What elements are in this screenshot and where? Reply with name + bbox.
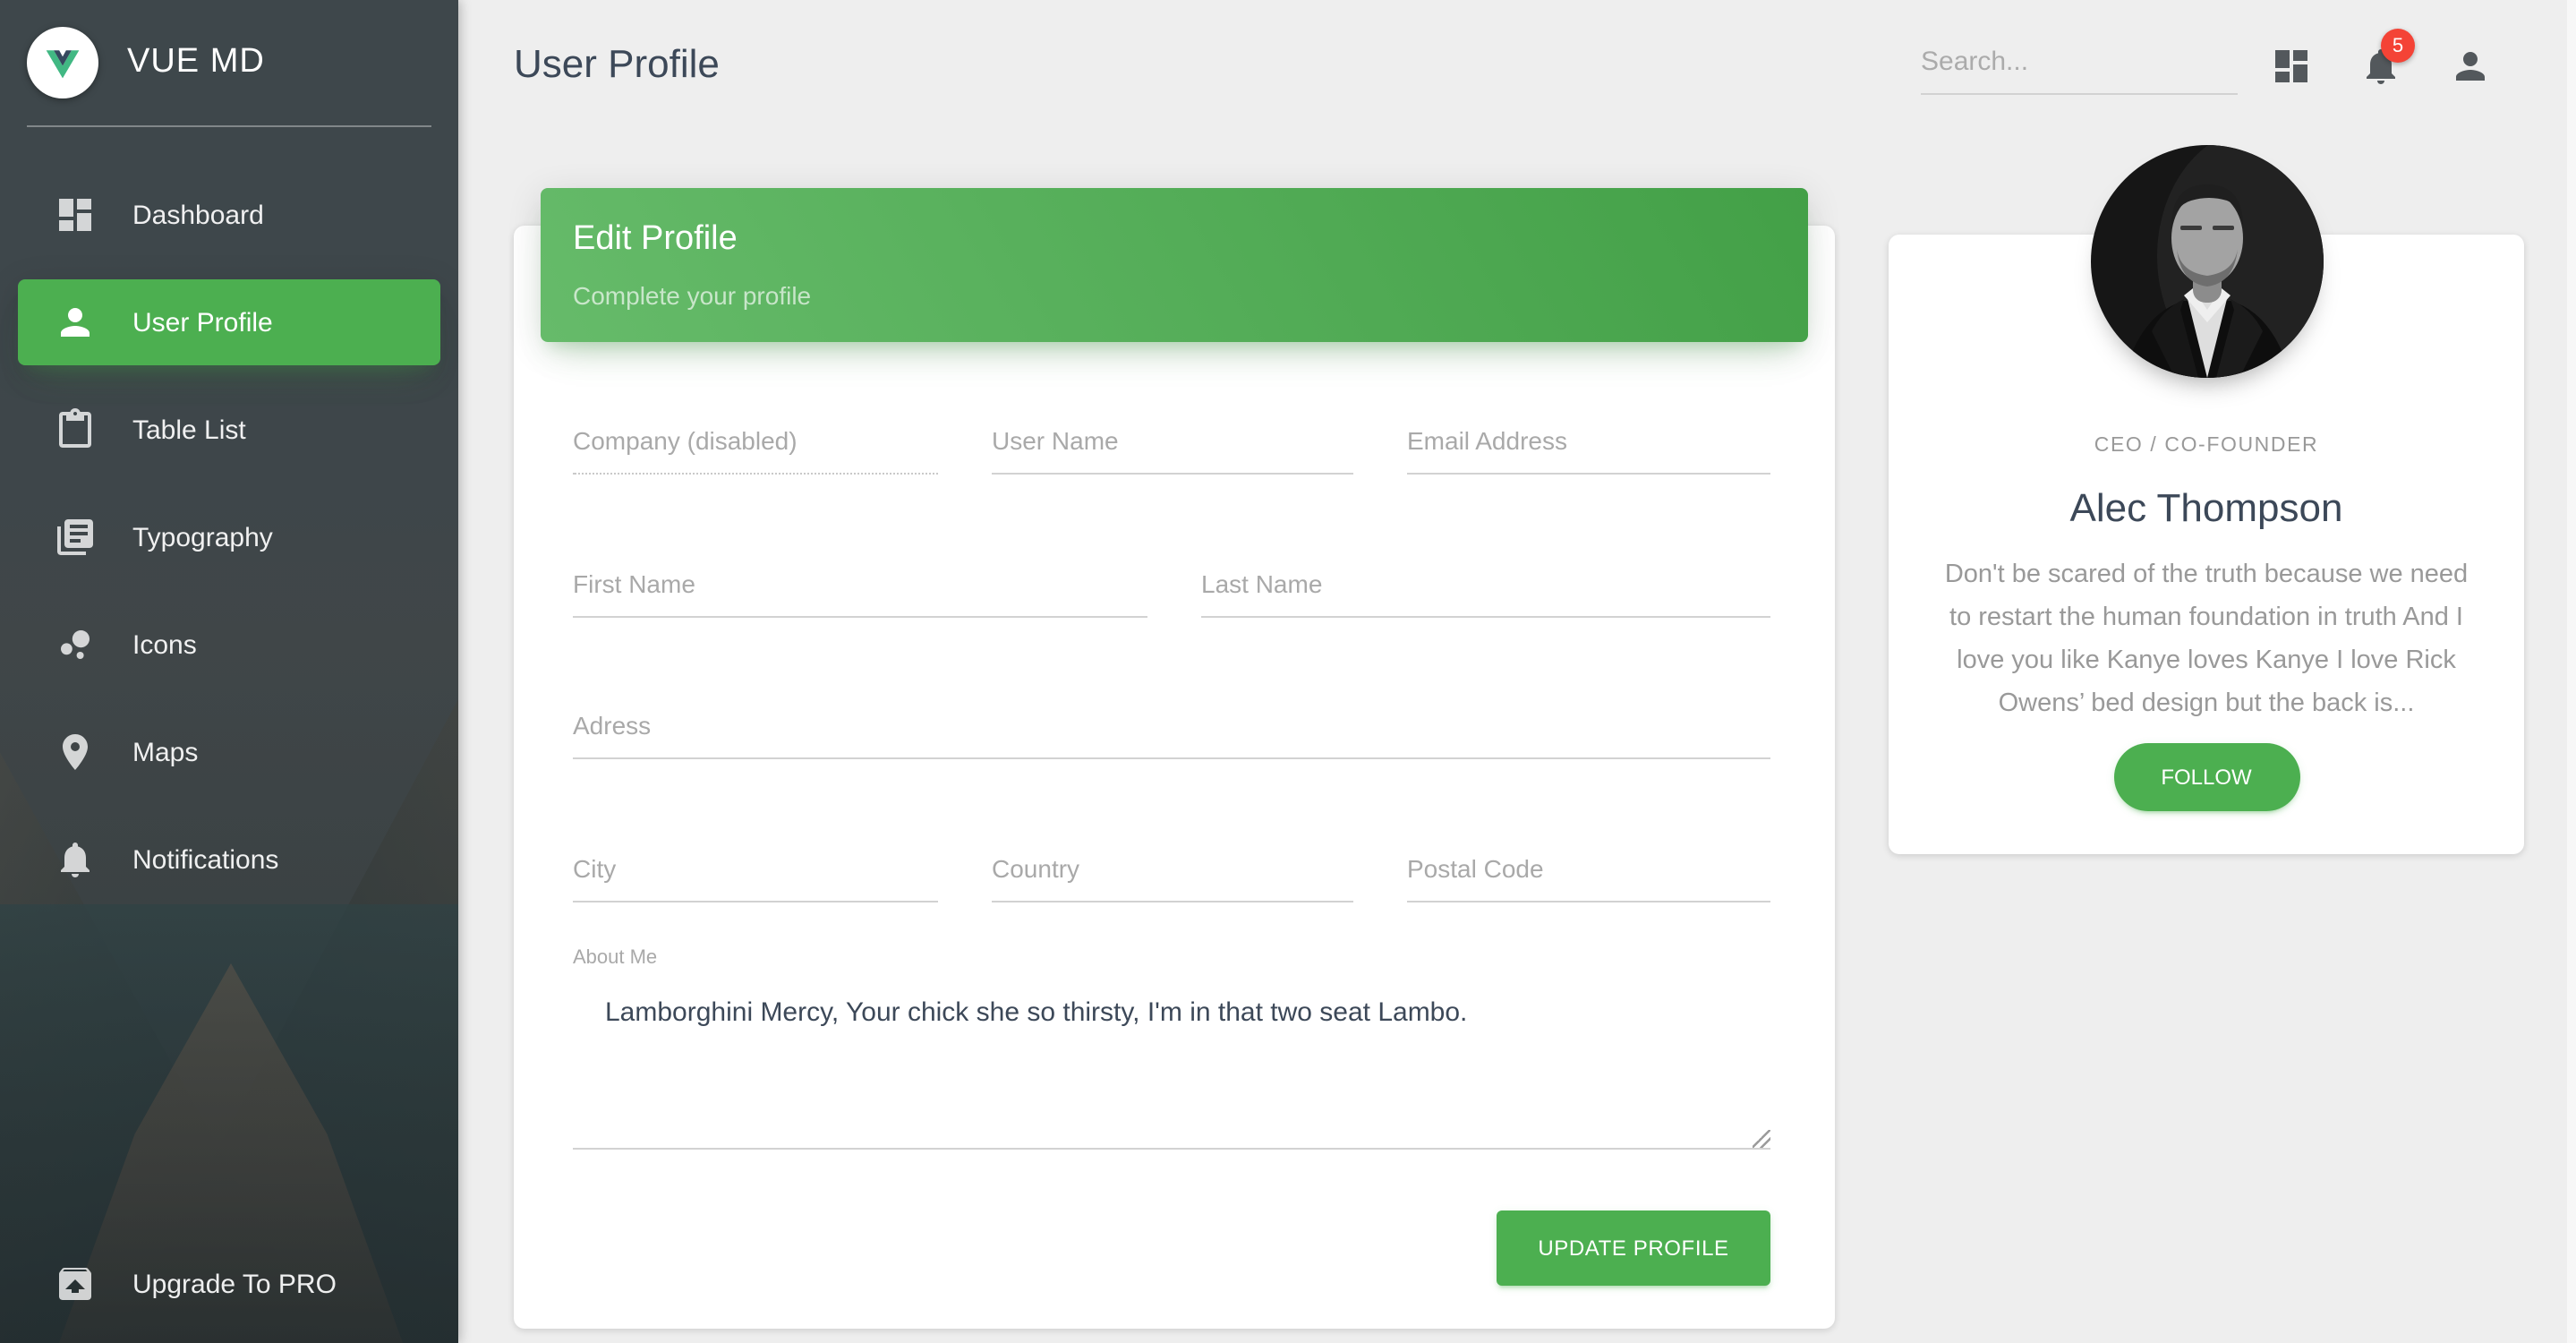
username-field [992,412,1353,475]
search-input[interactable] [1921,39,2238,95]
sidebar-item-label: Notifications [132,844,278,875]
sidebar-item-table-list[interactable]: Table List [18,387,440,473]
dashboard-icon [54,193,97,236]
sidebar-item-icons[interactable]: Icons [18,602,440,688]
address-input[interactable] [573,697,1770,759]
last-name-input[interactable] [1201,555,1770,618]
bubble-chart-icon [54,623,97,666]
address-field [573,697,1770,759]
sidebar-item-label: Typography [132,522,273,552]
sidebar-item-typography[interactable]: Typography [18,494,440,580]
company-input [573,412,938,475]
first-name-input[interactable] [573,555,1147,618]
sidebar-item-dashboard[interactable]: Dashboard [18,172,440,258]
country-field [992,840,1353,902]
follow-button[interactable]: FOLLOW [2113,743,2299,811]
sidebar-item-label: Table List [132,415,246,445]
search-field [1921,39,2238,95]
sidebar-divider [27,125,431,127]
sidebar-item-label: Icons [132,629,197,660]
postal-code-field [1407,840,1770,902]
person-icon [2449,45,2492,88]
username-input[interactable] [992,412,1353,475]
city-input[interactable] [573,840,938,902]
sidebar-item-label: User Profile [132,307,273,338]
last-name-field [1201,555,1770,618]
person-icon [54,301,97,344]
postal-code-input[interactable] [1407,840,1770,902]
sidebar-item-label: Dashboard [132,200,264,230]
profile-quote: Don't be scared of the truth because we … [1932,553,2481,725]
sidebar-item-upgrade-to-pro[interactable]: Upgrade To PRO [18,1241,440,1327]
about-me-label: About Me [573,947,657,969]
dashboard-shortcut-button[interactable] [2270,45,2313,88]
sidebar-item-user-profile[interactable]: User Profile [18,279,440,365]
about-me-textarea[interactable]: Lamborghini Mercy, Your chick she so thi… [573,976,1770,1150]
email-field [1407,412,1770,475]
avatar[interactable] [2090,145,2323,378]
brand[interactable]: VUE MD [0,0,458,125]
email-input[interactable] [1407,412,1770,475]
app-root: VUE MD Dashboard User Profile Table Li [0,0,2576,1343]
vue-logo-icon [27,27,98,98]
sidebar-item-label: Upgrade To PRO [132,1269,337,1299]
sidebar-item-maps[interactable]: Maps [18,709,440,795]
update-profile-button[interactable]: UPDATE PROFILE [1497,1210,1770,1286]
sidebar-item-label: Maps [132,737,198,767]
unarchive-icon [54,1262,97,1305]
city-field [573,840,938,902]
profile-role: CEO / CO-FOUNDER [1889,435,2524,457]
page-title: User Profile [514,41,720,88]
sidebar: VUE MD Dashboard User Profile Table Li [0,0,458,1343]
edit-profile-card: Edit Profile Complete your profile [514,226,1835,1329]
profile-card: CEO / CO-FOUNDER Alec Thompson Don't be … [1889,235,2524,854]
company-field [573,412,938,475]
clipboard-icon [54,408,97,451]
sidebar-nav: Dashboard User Profile Table List Typogr… [0,172,458,924]
edit-profile-title: Edit Profile [573,220,1776,260]
bell-icon [54,838,97,881]
dashboard-icon [2270,45,2313,88]
profile-name: Alec Thompson [1889,485,2524,532]
first-name-field [573,555,1147,618]
textarea-resize-grip-icon[interactable] [1753,1130,1770,1148]
sidebar-item-notifications[interactable]: Notifications [18,817,440,902]
place-icon [54,731,97,774]
brand-name: VUE MD [127,43,265,82]
edit-profile-card-header: Edit Profile Complete your profile [541,188,1808,342]
scrollbar[interactable] [2567,0,2576,1343]
notification-badge: 5 [2381,29,2415,63]
profile-menu-button[interactable] [2449,45,2492,88]
library-books-icon [54,516,97,559]
edit-profile-subtitle: Complete your profile [573,281,1776,310]
country-input[interactable] [992,840,1353,902]
